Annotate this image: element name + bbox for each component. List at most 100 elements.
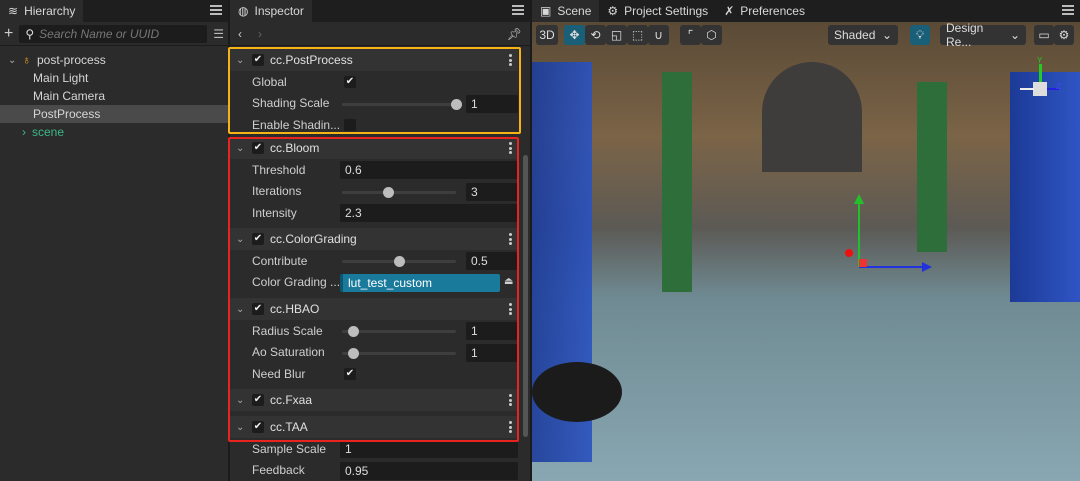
orientation-gizmo[interactable]: Y Z xyxy=(1020,56,1061,108)
more-options-icon[interactable] xyxy=(509,303,512,315)
search-input[interactable]: ⚲ Search Name or UUID xyxy=(19,24,208,43)
more-options-icon[interactable] xyxy=(509,142,512,154)
property-label: Radius Scale xyxy=(252,323,323,338)
scale-tool-icon[interactable]: ◱ xyxy=(606,25,627,45)
property-number-input[interactable]: 0.5 xyxy=(466,252,518,270)
chevron-down-icon[interactable]: ⌄ xyxy=(236,304,246,315)
pin-icon[interactable]: 📌︎ xyxy=(507,27,522,41)
component-enabled-checkbox[interactable]: ✔ xyxy=(252,421,264,433)
resolution-dropdown[interactable]: Design Re... ⌄ xyxy=(940,21,1026,49)
property-input[interactable]: 2.3 xyxy=(340,204,518,222)
tree-item-1[interactable]: Main Light xyxy=(0,69,228,87)
scene-settings-icon[interactable]: ⚙ xyxy=(1054,25,1074,45)
component-header[interactable]: ⌄ ✔ cc.Fxaa xyxy=(230,389,518,411)
property-checkbox[interactable]: ✔ xyxy=(344,76,356,88)
chevron-down-icon[interactable]: ⌄ xyxy=(236,55,246,66)
component-title: cc.TAA xyxy=(270,420,308,434)
inspector-scrollbar[interactable] xyxy=(523,155,528,437)
tree-item-label: post-process xyxy=(37,53,106,67)
component-header[interactable]: ⌄ ✔ cc.Bloom xyxy=(230,137,518,159)
slider-knob[interactable] xyxy=(394,256,405,267)
chevron-down-icon[interactable]: ⌄ xyxy=(236,395,246,406)
move-tool-icon[interactable]: ✥ xyxy=(564,25,585,45)
property-input[interactable]: 0.6 xyxy=(340,161,518,179)
tree-item-4[interactable]: › scene xyxy=(0,123,228,141)
property-slider[interactable] xyxy=(342,186,456,198)
component-enabled-checkbox[interactable]: ✔ xyxy=(252,54,264,66)
tab-label: Preferences xyxy=(740,4,805,18)
tab-inspector[interactable]: ◍ Inspector xyxy=(230,0,312,22)
camera-icon[interactable]: ▭ xyxy=(1034,25,1054,45)
tree-item-0[interactable]: ⌄ ♁ post-process xyxy=(0,51,228,69)
tree-item-2[interactable]: Main Camera xyxy=(0,87,228,105)
more-options-icon[interactable] xyxy=(509,394,512,406)
component-enabled-checkbox[interactable]: ✔ xyxy=(252,394,264,406)
property-label: Need Blur xyxy=(252,366,306,381)
component-enabled-checkbox[interactable]: ✔ xyxy=(252,233,264,245)
property-number-input[interactable]: 3 xyxy=(466,182,518,201)
chevron-down-icon[interactable]: ⌄ xyxy=(8,55,18,66)
property-number-input[interactable]: 1 xyxy=(466,94,518,113)
scene-menu-icon[interactable] xyxy=(1062,4,1074,16)
more-options-icon[interactable] xyxy=(509,54,512,66)
component-header[interactable]: ⌄ ✔ cc.TAA xyxy=(230,416,518,438)
sort-list-icon[interactable]: ☰ xyxy=(213,27,224,41)
property-input[interactable]: 0.95 xyxy=(340,461,518,480)
scene-icon: ▣ xyxy=(540,4,552,18)
property-label: Sample Scale xyxy=(252,441,327,456)
tab-preferences[interactable]: ✗ Preferences xyxy=(716,0,813,22)
property-slider[interactable] xyxy=(342,326,456,337)
property-checkbox[interactable] xyxy=(344,119,356,131)
tab-hierarchy[interactable]: ≋ Hierarchy xyxy=(0,0,84,22)
property-number-input[interactable]: 1 xyxy=(466,343,518,362)
property-input[interactable]: 1 xyxy=(340,440,518,458)
back-icon[interactable]: ‹ xyxy=(238,27,242,41)
component-title: cc.Fxaa xyxy=(270,393,313,407)
component-header[interactable]: ⌄ ✔ cc.HBAO xyxy=(230,298,518,320)
lighting-toggle-icon[interactable]: 💡︎ xyxy=(910,25,930,45)
property-checkbox[interactable]: ✔ xyxy=(344,368,356,380)
chevron-down-icon[interactable]: ⌄ xyxy=(236,143,246,154)
chevron-down-icon[interactable]: ⌄ xyxy=(236,234,246,245)
add-icon[interactable]: + xyxy=(4,25,13,43)
property-label: Feedback xyxy=(252,463,305,478)
tree-item-label: Main Camera xyxy=(33,89,106,103)
transform-gizmo[interactable] xyxy=(832,192,942,282)
component-enabled-checkbox[interactable]: ✔ xyxy=(252,303,264,315)
local-global-icon[interactable]: ⬡ xyxy=(701,25,722,45)
rect-tool-icon[interactable]: ⬚ xyxy=(627,25,648,45)
tab-project-settings[interactable]: ⚙ Project Settings xyxy=(599,0,716,22)
slider-knob[interactable] xyxy=(348,326,360,337)
asset-field[interactable]: lut_test_custom xyxy=(340,273,500,292)
shading-dropdown[interactable]: Shaded ⌄ xyxy=(828,25,898,45)
chevron-right-icon[interactable]: › xyxy=(22,125,26,139)
more-options-icon[interactable] xyxy=(509,421,512,433)
property-slider[interactable] xyxy=(342,256,456,267)
tree-item-label: Main Light xyxy=(33,71,89,85)
rotate-tool-icon[interactable]: ⟲ xyxy=(585,25,606,45)
slider-knob[interactable] xyxy=(451,98,462,110)
component-header[interactable]: ⌄ ✔ cc.ColorGrading xyxy=(230,228,518,250)
inspector-menu-icon[interactable] xyxy=(512,4,524,16)
snap-tool-icon[interactable]: ∪ xyxy=(648,25,669,45)
slider-knob[interactable] xyxy=(348,347,360,359)
forward-icon[interactable]: › xyxy=(258,27,262,41)
tab-scene[interactable]: ▣ Scene xyxy=(532,0,600,22)
property-number-input[interactable]: 1 xyxy=(466,322,518,340)
pivot-icon[interactable]: ⌜ xyxy=(680,25,701,45)
scene-viewport[interactable] xyxy=(532,22,1080,481)
hierarchy-menu-icon[interactable] xyxy=(210,4,222,16)
3d-toggle-button[interactable]: 3D xyxy=(536,25,558,45)
chevron-down-icon[interactable]: ⌄ xyxy=(236,422,246,433)
more-options-icon[interactable] xyxy=(509,233,512,245)
component-enabled-checkbox[interactable]: ✔ xyxy=(252,142,264,154)
property-slider[interactable] xyxy=(342,347,456,359)
property-row: Feedback 0.95 xyxy=(230,460,518,481)
slider-knob[interactable] xyxy=(382,186,394,198)
tree-item-3[interactable]: PostProcess xyxy=(0,105,228,123)
asset-locate-icon[interactable]: ⏏ xyxy=(504,276,513,287)
property-label: Ao Saturation xyxy=(252,345,325,360)
property-slider[interactable] xyxy=(342,98,462,110)
gear-icon: ⚙ xyxy=(607,4,619,18)
component-header[interactable]: ⌄ ✔ cc.PostProcess xyxy=(230,49,518,71)
